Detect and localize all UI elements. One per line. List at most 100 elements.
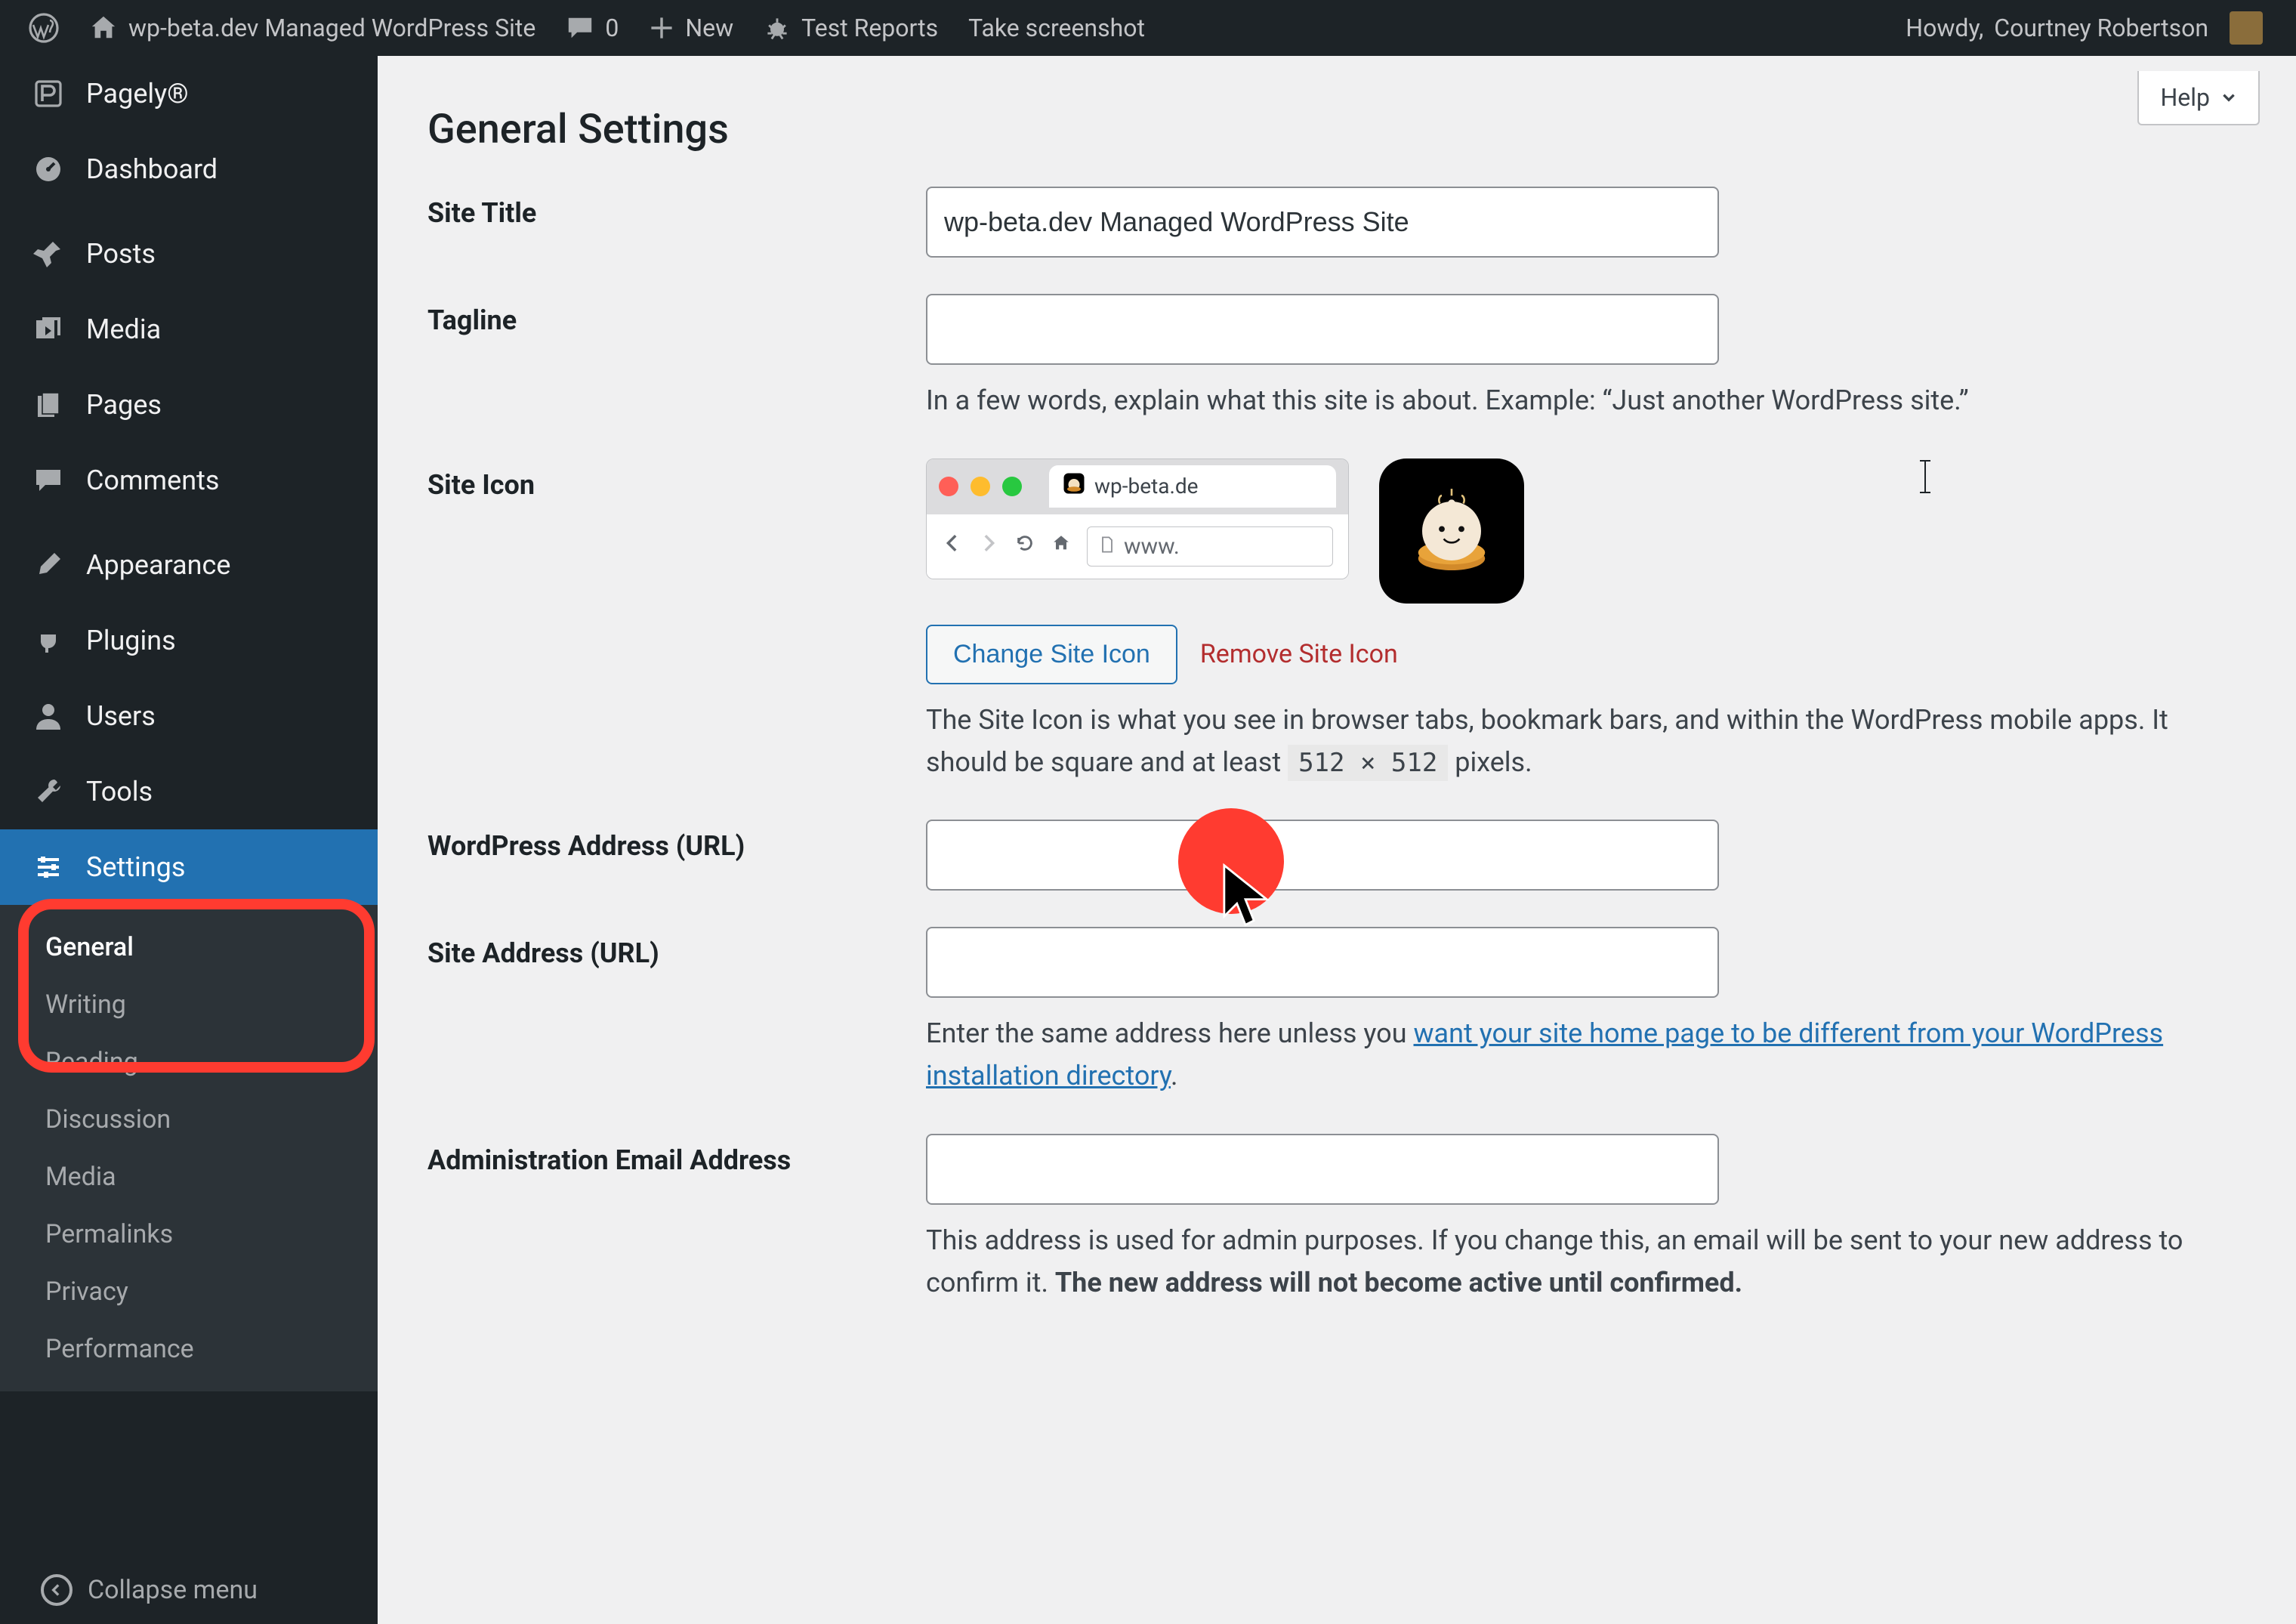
- avatar: [2230, 11, 2263, 45]
- sidebar-item-label: Users: [86, 700, 156, 732]
- comment-icon: [30, 465, 66, 496]
- settings-sub-writing[interactable]: Writing: [0, 976, 378, 1033]
- settings-submenu: GeneralWritingReadingDiscussionMediaPerm…: [0, 905, 378, 1391]
- label-admin-email: Administration Email Address: [427, 1134, 926, 1176]
- settings-sub-permalinks[interactable]: Permalinks: [0, 1206, 378, 1263]
- site-home-link[interactable]: wp-beta.dev Managed WordPress Site: [74, 0, 551, 56]
- admin-toolbar: wp-beta.dev Managed WordPress Site 0 New…: [0, 0, 2296, 56]
- sidebar-item-label: Appearance: [86, 549, 230, 581]
- settings-sub-privacy[interactable]: Privacy: [0, 1263, 378, 1320]
- plus-icon: [649, 15, 674, 41]
- nav-back-icon: [942, 533, 963, 560]
- sidebar-item-label: Settings: [86, 851, 185, 883]
- page-icon: [30, 390, 66, 420]
- file-icon: [1098, 533, 1116, 560]
- sidebar-item-appearance[interactable]: Appearance: [0, 527, 378, 603]
- input-tagline[interactable]: [926, 294, 1719, 365]
- sidebar-item-label: Dashboard: [86, 153, 218, 185]
- extra-item-1[interactable]: Take screenshot: [953, 0, 1160, 56]
- new-label: New: [685, 14, 733, 42]
- user-icon: [30, 701, 66, 731]
- media-icon: [30, 314, 66, 344]
- bug-icon: [764, 14, 791, 42]
- collapse-icon: [41, 1574, 73, 1606]
- row-tagline: Tagline In a few words, explain what thi…: [427, 294, 2239, 422]
- settings-sub-discussion[interactable]: Discussion: [0, 1091, 378, 1148]
- desc-admin-email: This address is used for admin purposes.…: [926, 1220, 2239, 1304]
- sidebar-item-settings[interactable]: Settings: [0, 829, 378, 905]
- user-name: Courtney Robertson: [1994, 14, 2208, 42]
- input-site-title[interactable]: [926, 187, 1719, 258]
- row-site-url: Site Address (URL) Enter the same addres…: [427, 927, 2239, 1098]
- comments-count: 0: [605, 14, 619, 42]
- settings-sub-reading[interactable]: Reading: [0, 1033, 378, 1091]
- howdy-prefix: Howdy,: [1906, 14, 1983, 42]
- site-title-text: wp-beta.dev Managed WordPress Site: [128, 14, 535, 42]
- row-admin-email: Administration Email Address This addres…: [427, 1134, 2239, 1304]
- new-content-link[interactable]: New: [634, 0, 748, 56]
- row-site-title: Site Title: [427, 187, 2239, 258]
- nav-fwd-icon: [978, 533, 999, 560]
- sliders-icon: [30, 852, 66, 882]
- nav-home-icon: [1051, 533, 1072, 560]
- user-menu[interactable]: Howdy, Courtney Robertson: [1890, 0, 2278, 56]
- change-site-icon-button[interactable]: Change Site Icon: [926, 625, 1177, 684]
- sidebar-item-label: Tools: [86, 776, 153, 807]
- label-wp-url: WordPress Address (URL): [427, 820, 926, 862]
- desc-tagline: In a few words, explain what this site i…: [926, 380, 2239, 422]
- sidebar-item-media[interactable]: Media: [0, 292, 378, 367]
- traffic-light-red-icon: [939, 477, 958, 496]
- brush-icon: [30, 550, 66, 580]
- row-site-icon: Site Icon wp-beta.de: [427, 458, 2239, 784]
- home-icon: [89, 14, 118, 42]
- nav-reload-icon: [1014, 533, 1035, 560]
- label-site-url: Site Address (URL): [427, 927, 926, 969]
- wp-logo-menu[interactable]: [14, 0, 74, 56]
- favicon-preview-icon: [1063, 472, 1085, 500]
- sidebar-item-label: Media: [86, 313, 161, 345]
- collapse-menu-button[interactable]: Collapse menu: [0, 1556, 378, 1624]
- remove-site-icon-link[interactable]: Remove Site Icon: [1200, 639, 1398, 669]
- wrench-icon: [30, 776, 66, 807]
- sidebar-item-posts[interactable]: Posts: [0, 216, 378, 292]
- sidebar-item-users[interactable]: Users: [0, 678, 378, 754]
- sidebar-item-dashboard[interactable]: Dashboard: [0, 131, 378, 207]
- settings-sub-performance[interactable]: Performance: [0, 1320, 378, 1378]
- site-icon-browser-preview: wp-beta.de www.: [926, 458, 1349, 579]
- input-wp-url[interactable]: [926, 820, 1719, 891]
- input-admin-email[interactable]: [926, 1134, 1719, 1205]
- wordpress-logo-icon: [29, 13, 59, 43]
- sidebar-item-label: Plugins: [86, 625, 176, 656]
- comment-icon: [566, 14, 594, 42]
- sidebar-item-plugins[interactable]: Plugins: [0, 603, 378, 678]
- content-area: Help General Settings Site Title Tagline…: [378, 56, 2278, 1624]
- input-site-url[interactable]: [926, 927, 1719, 998]
- settings-sub-media[interactable]: Media: [0, 1148, 378, 1206]
- extra-item-0[interactable]: Test Reports: [748, 0, 953, 56]
- admin-sidebar: Pagely® Dashboard Posts Media Pages Comments A…: [0, 56, 378, 1624]
- page-title: General Settings: [427, 106, 2239, 153]
- label-site-icon: Site Icon: [427, 458, 926, 501]
- sidebar-item-pages[interactable]: Pages: [0, 367, 378, 443]
- pin-icon: [30, 239, 66, 269]
- site-icon-app-preview: [1379, 458, 1524, 604]
- traffic-light-yellow-icon: [971, 477, 990, 496]
- sidebar-item-label: Pagely®: [86, 78, 189, 110]
- label-tagline: Tagline: [427, 294, 926, 336]
- traffic-light-green-icon: [1002, 477, 1022, 496]
- label-site-title: Site Title: [427, 187, 926, 229]
- sidebar-item-label: Posts: [86, 238, 156, 270]
- help-tab[interactable]: Help: [2137, 71, 2260, 125]
- sidebar-item-pagely[interactable]: Pagely®: [0, 56, 378, 131]
- pagely-icon: [30, 79, 66, 109]
- row-wp-url: WordPress Address (URL): [427, 820, 2239, 891]
- sidebar-item-label: Pages: [86, 389, 162, 421]
- settings-sub-general[interactable]: General: [0, 919, 378, 976]
- sidebar-item-tools[interactable]: Tools: [0, 754, 378, 829]
- gauge-icon: [30, 154, 66, 184]
- sidebar-item-comments[interactable]: Comments: [0, 443, 378, 518]
- text-caret-icon: [1924, 460, 1926, 493]
- desc-site-url: Enter the same address here unless you w…: [926, 1013, 2239, 1098]
- comments-link[interactable]: 0: [551, 0, 634, 56]
- sidebar-item-label: Comments: [86, 465, 219, 496]
